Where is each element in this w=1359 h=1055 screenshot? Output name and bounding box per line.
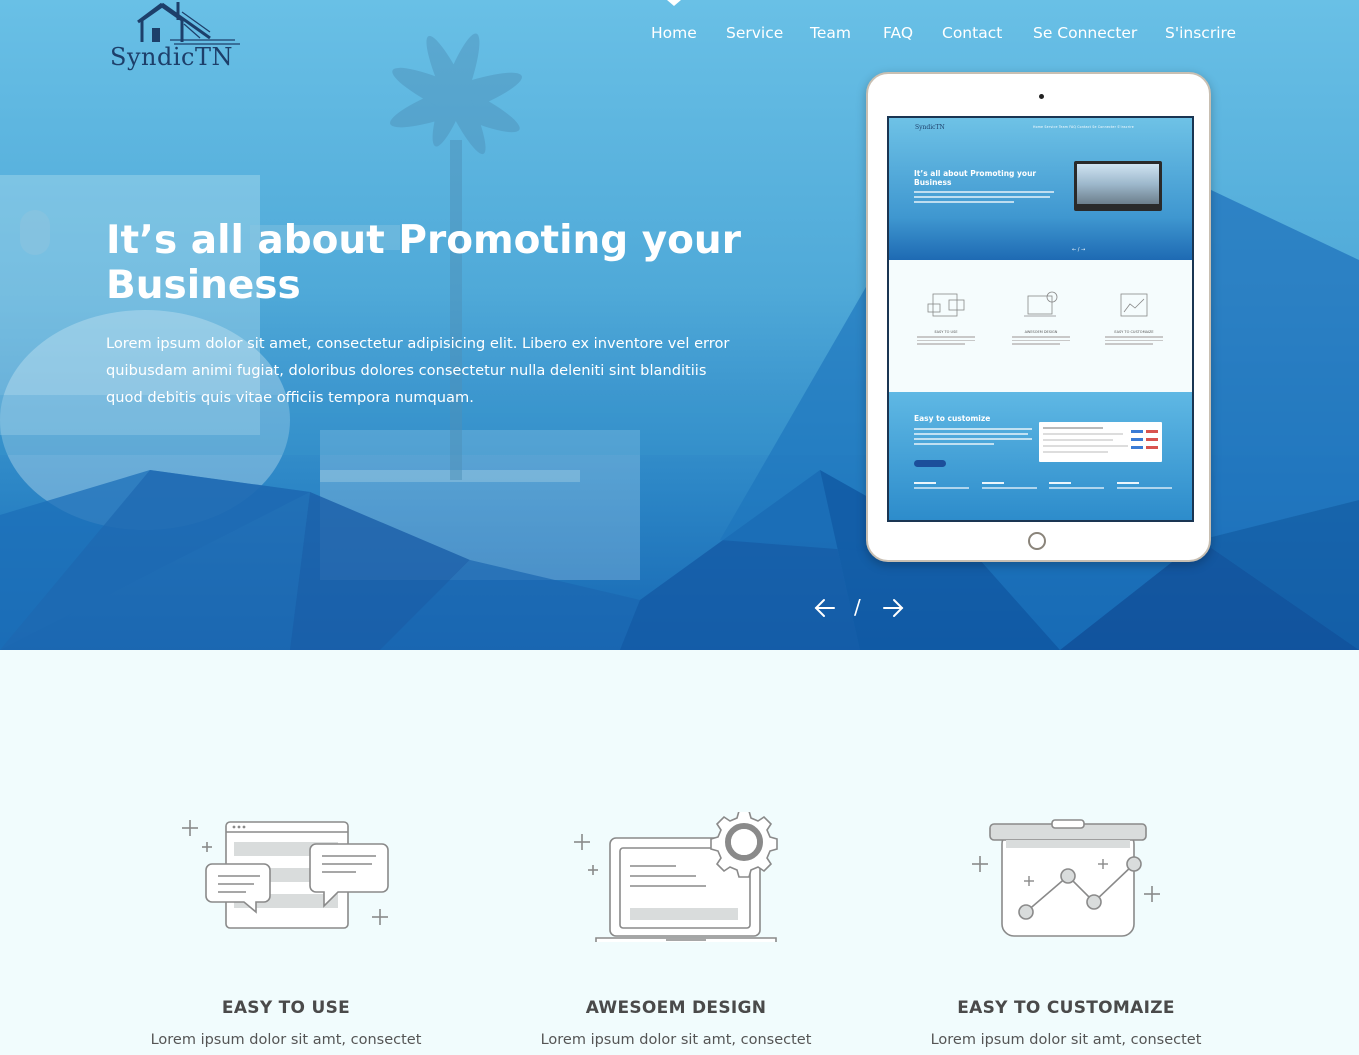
- laptop-gear-icon: [1024, 291, 1058, 317]
- preview-read-more-button: [914, 460, 946, 467]
- feature-text: Lorem ipsum dolor sit amt, consectet: [540, 1032, 812, 1048]
- preview-feature-1: EASY TO USE: [911, 290, 981, 345]
- tablet-home-button: [1028, 532, 1046, 550]
- tablet-screen: SyndicTN Home Service Team FAQ Contact S…: [887, 116, 1194, 522]
- preview-logo: SyndicTN: [915, 124, 945, 131]
- chart-board-icon: [972, 819, 1160, 937]
- nav-contact[interactable]: Contact: [942, 24, 1002, 42]
- brand-name: SyndicTN: [110, 43, 233, 71]
- active-nav-indicator: [667, 0, 681, 6]
- feature-text: Lorem ipsum dolor sit amt, consectet: [150, 1032, 422, 1048]
- tablet-camera: [1039, 94, 1044, 99]
- preview-feature-2: AWESOEM DESIGN: [1006, 290, 1076, 345]
- preview-table: [1039, 422, 1162, 462]
- nav-home[interactable]: Home: [651, 24, 697, 42]
- preview-customize: Easy to customize: [889, 392, 1192, 520]
- laptop-gear-icon: [574, 812, 778, 942]
- chart-board-icon: [1120, 293, 1148, 317]
- nav-signup[interactable]: S'inscrire: [1165, 24, 1236, 42]
- feature-title: EASY TO USE: [221, 998, 351, 1018]
- preview-customize-title: Easy to customize: [914, 414, 991, 423]
- arrow-left-icon: [814, 599, 835, 617]
- hero-section: SyndicTN Home Service Team FAQ Contact S…: [0, 0, 1359, 650]
- chat-window-icon: [927, 293, 965, 317]
- chat-window-icon: [182, 820, 389, 929]
- preview-slider-arrows: ← / →: [1072, 247, 1086, 253]
- preview-feature-3: EASY TO CUSTOMAIZE: [1099, 290, 1169, 345]
- slider-separator: /: [854, 595, 861, 619]
- nav-faq[interactable]: FAQ: [883, 24, 913, 42]
- preview-monitor-image: [1074, 161, 1162, 211]
- preview-hero: SyndicTN Home Service Team FAQ Contact S…: [889, 118, 1192, 260]
- features-section: EASY TO USE Lorem ipsum dolor sit amt, c…: [0, 650, 1359, 1055]
- slider-next-button[interactable]: [880, 594, 906, 622]
- hero-description: Lorem ipsum dolor sit amet, consectetur …: [106, 335, 730, 406]
- preview-features: EASY TO USE AWESOEM DESIGN EASY TO CUSTO…: [889, 260, 1192, 392]
- slider-controls: /: [812, 594, 908, 622]
- preview-nav: Home Service Team FAQ Contact Se Connect…: [1033, 125, 1134, 129]
- feature-title: AWESOEM DESIGN: [585, 998, 767, 1018]
- hero-title: It’s all about Promoting your Business: [106, 218, 741, 308]
- brand-logo[interactable]: SyndicTN: [110, 2, 245, 72]
- nav-service[interactable]: Service: [726, 24, 783, 42]
- nav-login[interactable]: Se Connecter: [1033, 24, 1137, 42]
- slider-prev-button[interactable]: [812, 594, 838, 622]
- preview-title: It’s all about Promoting your Business: [914, 169, 1037, 187]
- arrow-right-icon: [883, 599, 904, 617]
- nav-team[interactable]: Team: [810, 24, 851, 42]
- feature-text: Lorem ipsum dolor sit amt, consectet: [930, 1032, 1202, 1048]
- tablet-mockup: SyndicTN Home Service Team FAQ Contact S…: [866, 72, 1211, 562]
- feature-title: EASY TO CUSTOMAIZE: [957, 998, 1175, 1018]
- preview-text-lines: [914, 191, 1054, 206]
